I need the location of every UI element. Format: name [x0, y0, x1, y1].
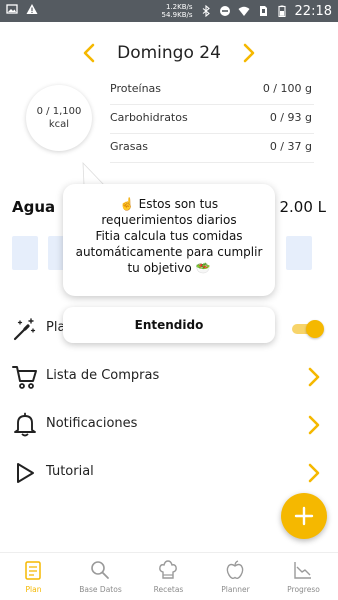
- calorie-ring[interactable]: 0 / 1,100 kcal: [26, 85, 92, 151]
- water-glass[interactable]: [12, 236, 38, 270]
- nav-label: Progreso: [287, 585, 320, 594]
- menu-item-notifications[interactable]: Notificaciones: [0, 402, 338, 448]
- nav-item-database[interactable]: Base Datos: [67, 553, 134, 600]
- nav-item-planner[interactable]: Planner: [202, 553, 269, 600]
- magic-wand-icon: [13, 318, 36, 341]
- date-title: Domingo 24: [117, 43, 221, 63]
- plus-icon: [294, 506, 314, 526]
- calorie-unit: kcal: [48, 119, 70, 130]
- plan-icon: [25, 561, 41, 580]
- macro-value: 0 / 93 g: [269, 111, 312, 124]
- toggle-knob: [306, 320, 324, 338]
- macro-value: 0 / 37 g: [269, 140, 312, 153]
- warning-icon: [26, 4, 38, 14]
- image-notification-icon: [6, 4, 18, 14]
- macro-name: Grasas: [110, 140, 148, 153]
- nav-label: Plan: [25, 585, 42, 594]
- chart-icon: [294, 562, 311, 579]
- water-title: Agua: [12, 198, 56, 216]
- macro-row-proteins: Proteínas 0 / 100 g: [110, 76, 314, 105]
- play-icon: [17, 463, 34, 483]
- do-not-disturb-icon: [219, 6, 230, 16]
- menu-item-shopping-list[interactable]: Lista de Compras: [0, 354, 338, 400]
- got-it-button[interactable]: Entendido: [63, 307, 275, 343]
- onboarding-tooltip: ☝️ Estos son tus requerimientos diarios …: [63, 184, 275, 296]
- shopping-cart-icon: [12, 366, 37, 389]
- tooltip-line-2: Fitia calcula tus comidas automáticament…: [75, 229, 263, 275]
- bluetooth-icon: [202, 5, 210, 17]
- nav-item-recipes[interactable]: Recetas: [135, 553, 202, 600]
- plan-toggle[interactable]: [290, 320, 324, 338]
- nav-label: Recetas: [153, 585, 184, 594]
- chevron-right-icon: [308, 367, 320, 387]
- menu-label: Notificaciones: [46, 416, 138, 431]
- add-fab-button[interactable]: [281, 493, 327, 539]
- battery-icon: [277, 5, 286, 17]
- menu-item-tutorial[interactable]: Tutorial: [0, 450, 338, 496]
- chevron-right-icon: [308, 463, 320, 483]
- date-header: Domingo 24: [0, 40, 338, 68]
- status-bar: 1.2KB/s 54.9KB/s 22:18: [0, 0, 338, 22]
- wifi-icon: [238, 6, 250, 16]
- next-day-chevron-icon[interactable]: [240, 42, 258, 64]
- download-speed: 54.9KB/s: [161, 11, 193, 19]
- nav-label: Base Datos: [79, 585, 122, 594]
- upload-speed: 1.2KB/s: [166, 3, 193, 11]
- bottom-nav: Plan Base Datos Recetas Planner Progreso: [0, 552, 338, 600]
- macro-value: 0 / 100 g: [262, 82, 312, 95]
- nav-label: Planner: [221, 585, 250, 594]
- tooltip-line-1: ☝️ Estos son tus requerimientos diarios: [101, 197, 237, 227]
- macro-name: Carbohidratos: [110, 111, 188, 124]
- macros-list: Proteínas 0 / 100 g Carbohidratos 0 / 93…: [110, 76, 314, 163]
- macro-row-fats: Grasas 0 / 37 g: [110, 134, 314, 163]
- menu-label: Lista de Compras: [46, 368, 160, 383]
- chevron-right-icon: [308, 415, 320, 435]
- nav-item-plan[interactable]: Plan: [0, 553, 67, 600]
- menu-label: Tutorial: [46, 464, 94, 479]
- clock: 22:18: [294, 3, 332, 19]
- bell-icon: [14, 412, 36, 437]
- macro-row-carbs: Carbohidratos 0 / 93 g: [110, 105, 314, 134]
- search-icon: [91, 561, 109, 579]
- macro-name: Proteínas: [110, 82, 162, 95]
- network-speed: 1.2KB/s 54.9KB/s: [162, 3, 193, 19]
- no-sim-icon: [259, 6, 267, 16]
- nav-item-progress[interactable]: Progreso: [270, 553, 337, 600]
- calorie-value: 0 / 1,100: [36, 106, 82, 117]
- water-glass[interactable]: [286, 236, 312, 270]
- apple-icon: [226, 560, 244, 580]
- chef-hat-icon: [159, 560, 177, 579]
